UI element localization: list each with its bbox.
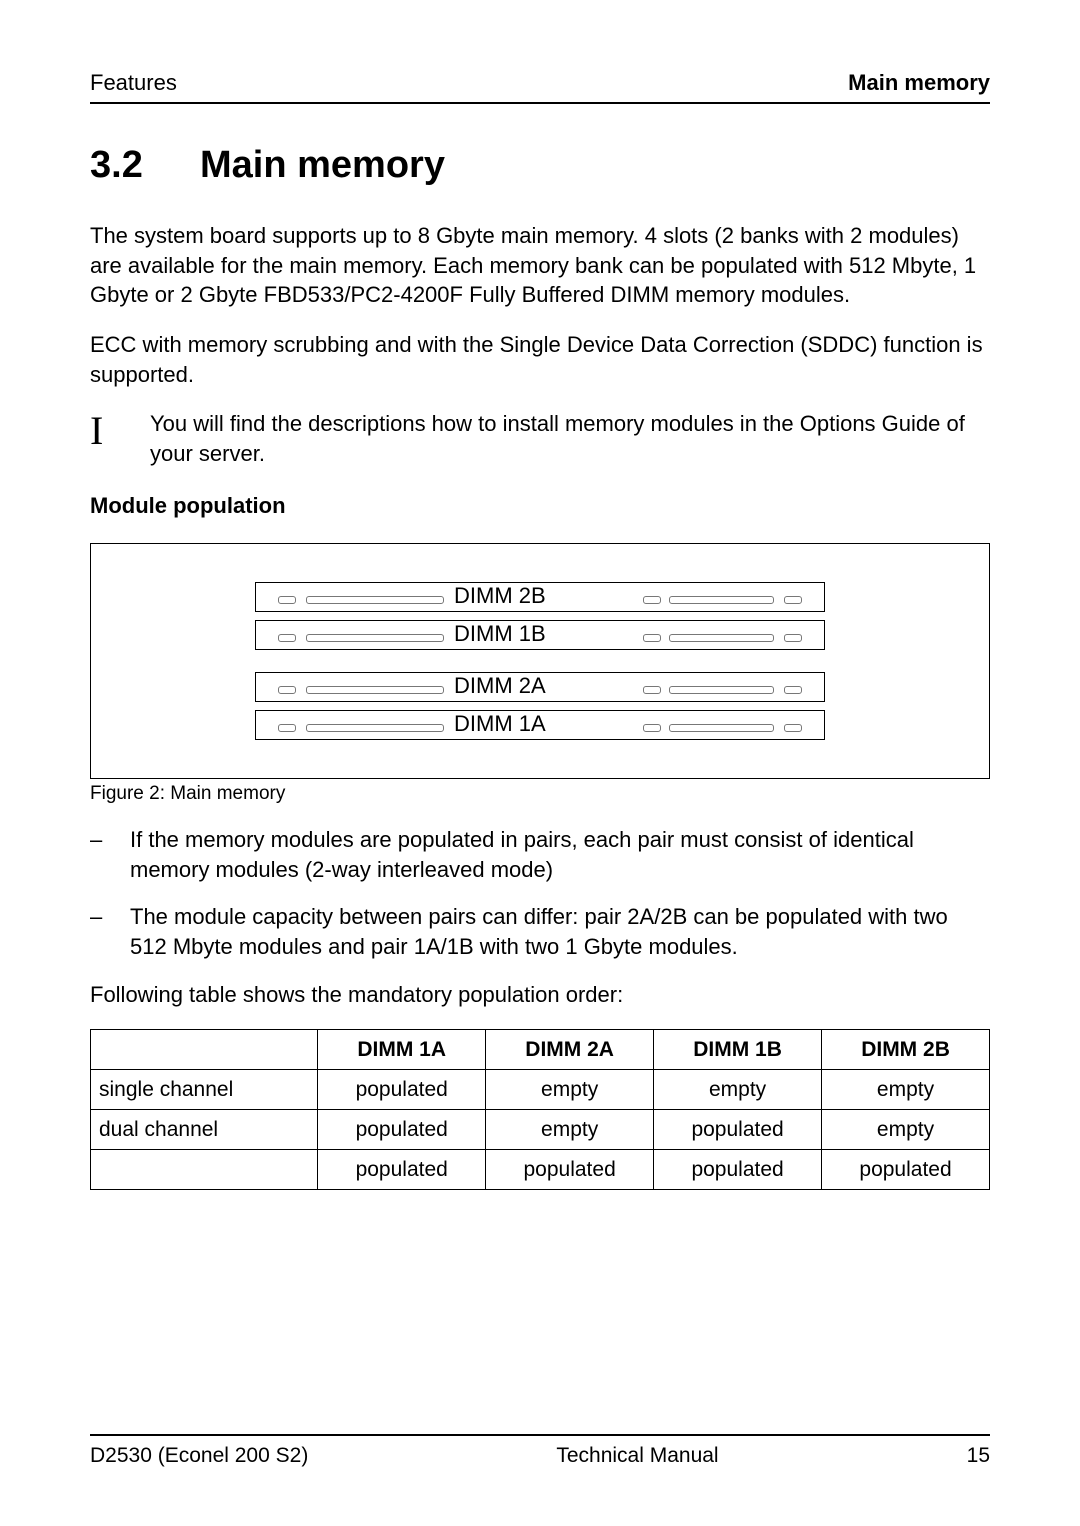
section-number: 3.2 [90,144,200,187]
slot-contact [306,686,444,694]
table-cell: empty [822,1070,990,1110]
header-rule [90,102,990,104]
body-paragraph-1: The system board supports up to 8 Gbyte … [90,221,990,310]
footer-center: Technical Manual [556,1444,718,1468]
section-heading: 3.2Main memory [90,144,990,187]
figure-frame: DIMM 2B DIMM 1B DIMM 2A DIMM 1A [90,543,990,779]
dimm-slot-2a: DIMM 2A [255,672,825,702]
slot-contact [306,634,444,642]
slot-label: DIMM 2A [451,673,549,699]
slot-group-b: DIMM 2B DIMM 1B [111,582,969,650]
table-cell: empty [654,1070,822,1110]
slot-contact [669,596,774,604]
dimm-slot-1a: DIMM 1A [255,710,825,740]
slot-contact [278,686,296,694]
header-left: Features [90,70,177,96]
table-row: populated populated populated populated [91,1150,990,1190]
slot-contact [306,596,444,604]
table-header-row: DIMM 1A DIMM 2A DIMM 1B DIMM 2B [91,1030,990,1070]
table-header: DIMM 1B [654,1030,822,1070]
subheading-module-population: Module population [90,493,990,519]
slot-contact [643,724,661,732]
table-cell: populated [654,1110,822,1150]
table-cell: empty [486,1070,654,1110]
slot-contact [669,634,774,642]
population-table: DIMM 1A DIMM 2A DIMM 1B DIMM 2B single c… [90,1029,990,1190]
table-cell: empty [822,1110,990,1150]
running-header: Features Main memory [90,70,990,96]
table-header: DIMM 2A [486,1030,654,1070]
list-item: If the memory modules are populated in p… [90,825,990,884]
slot-contact [306,724,444,732]
table-cell: populated [318,1150,486,1190]
footer-right: 15 [967,1444,990,1468]
table-header: DIMM 1A [318,1030,486,1070]
slot-contact [278,596,296,604]
slot-label: DIMM 1A [451,711,549,737]
table-header: DIMM 2B [822,1030,990,1070]
table-intro: Following table shows the mandatory popu… [90,980,990,1010]
header-right: Main memory [848,70,990,96]
info-icon: I [90,409,150,451]
slot-contact [643,686,661,694]
table-cell: empty [486,1110,654,1150]
slot-contact [669,724,774,732]
slot-contact [278,724,296,732]
dimm-slot-2b: DIMM 2B [255,582,825,612]
slot-contact [643,596,661,604]
dimm-slot-1b: DIMM 1B [255,620,825,650]
table-row: single channel populated empty empty emp… [91,1070,990,1110]
slot-group-a: DIMM 2A DIMM 1A [111,672,969,740]
slot-label: DIMM 1B [451,621,549,647]
table-cell: populated [654,1150,822,1190]
table-cell [91,1150,318,1190]
slot-contact [643,634,661,642]
list-item: The module capacity between pairs can di… [90,902,990,961]
table-cell: populated [318,1110,486,1150]
table-cell: populated [318,1070,486,1110]
slot-label: DIMM 2B [451,583,549,609]
slot-contact [669,686,774,694]
slot-contact [784,596,802,604]
figure-caption: Figure 2: Main memory [90,783,990,805]
footer-rule [90,1434,990,1436]
table-header [91,1030,318,1070]
bullet-list: If the memory modules are populated in p… [90,825,990,962]
slot-contact [784,686,802,694]
table-row: dual channel populated empty populated e… [91,1110,990,1150]
section-title: Main memory [200,144,445,186]
page-footer: D2530 (Econel 200 S2) Technical Manual 1… [90,1434,990,1468]
slot-contact [278,634,296,642]
footer-left: D2530 (Econel 200 S2) [90,1444,308,1468]
table-cell: dual channel [91,1110,318,1150]
table-cell: populated [822,1150,990,1190]
slot-contact [784,634,802,642]
body-paragraph-2: ECC with memory scrubbing and with the S… [90,330,990,389]
slot-contact [784,724,802,732]
info-note: I You will find the descriptions how to … [90,409,990,468]
table-cell: single channel [91,1070,318,1110]
table-cell: populated [486,1150,654,1190]
info-text: You will find the descriptions how to in… [150,409,990,468]
